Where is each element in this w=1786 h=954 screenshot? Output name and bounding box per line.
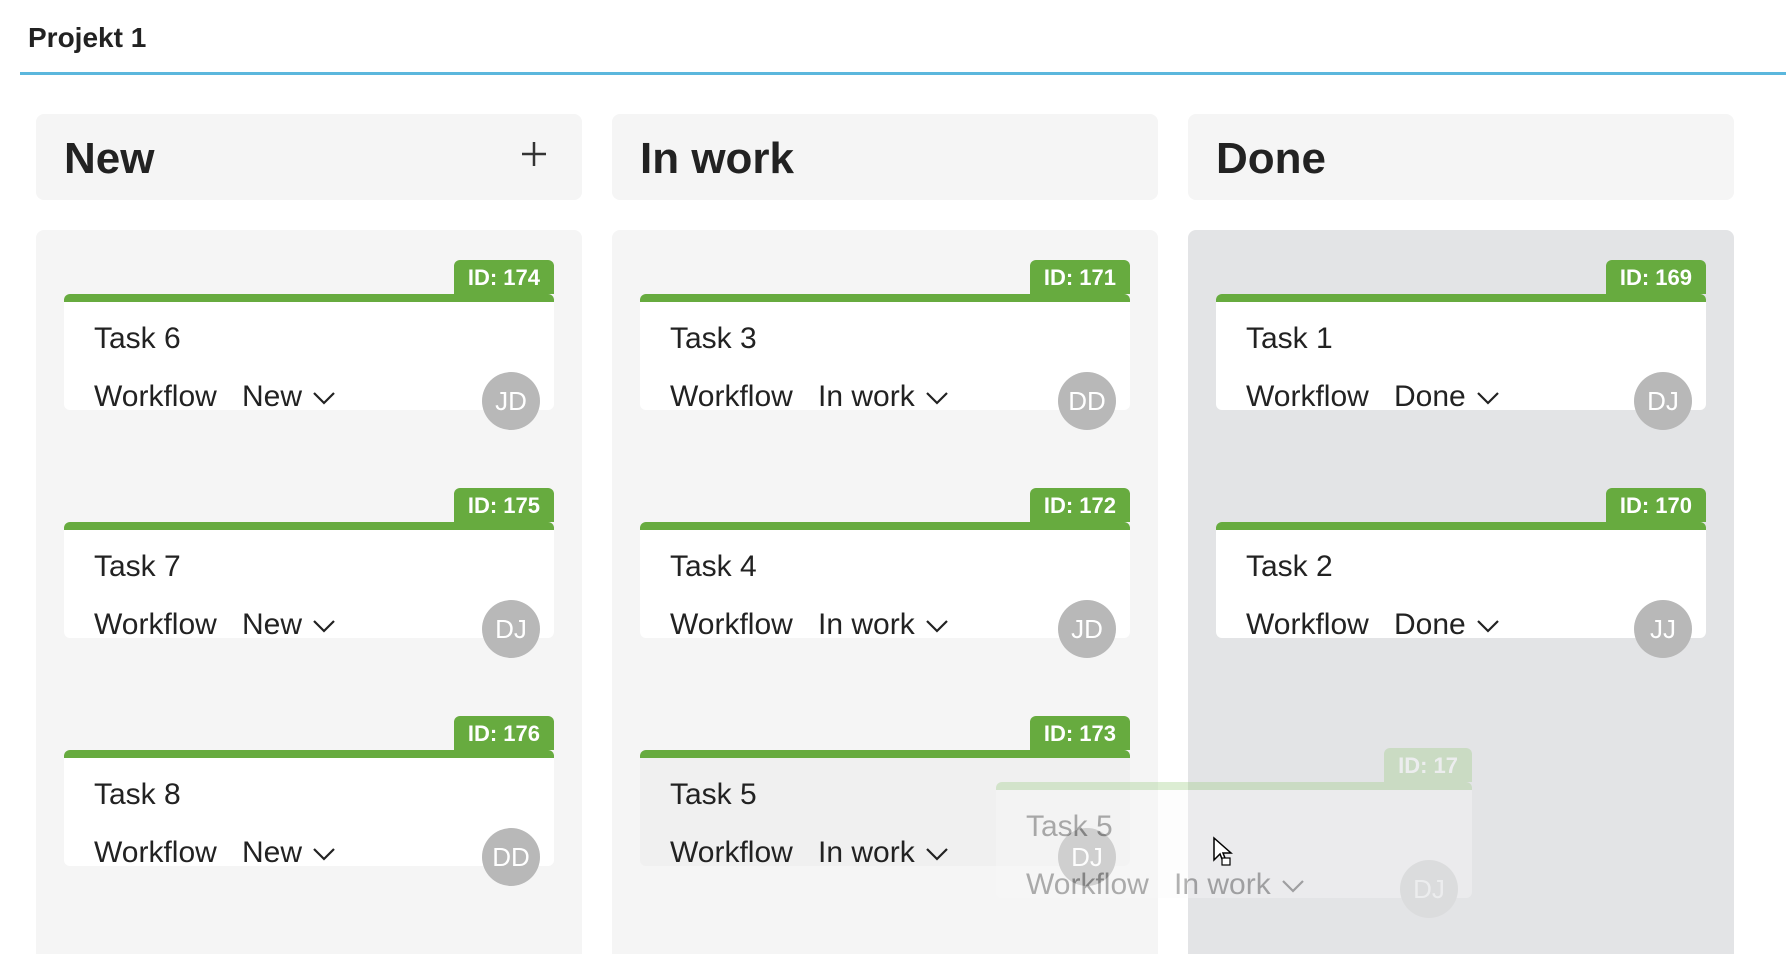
task-title: Task 8	[94, 778, 181, 811]
column-header-in-work: In work	[612, 114, 1158, 200]
workflow-select[interactable]: In work	[818, 380, 949, 414]
column-title: Done	[1216, 134, 1326, 183]
card-body: Task 5 Workflow In work DJ	[640, 750, 1130, 886]
task-card[interactable]: ID: 174 Task 6 Workflow New JD	[64, 260, 554, 430]
workflow-value: In work	[818, 380, 915, 413]
column-header-done: Done	[1188, 114, 1734, 200]
column-title: New	[64, 134, 155, 183]
chevron-down-icon	[313, 620, 335, 633]
workflow-value: New	[242, 380, 303, 413]
avatar: DD	[1058, 372, 1116, 430]
task-title: Task 5	[670, 778, 757, 811]
chevron-down-icon	[925, 392, 948, 405]
card-body: Task 7 Workflow New DJ	[64, 522, 554, 658]
column-header-new: New	[36, 114, 582, 200]
workflow-select[interactable]: New	[242, 608, 336, 642]
avatar: DJ	[1634, 372, 1692, 430]
task-card[interactable]: ID: 171 Task 3 Workflow In work DD	[640, 260, 1130, 430]
avatar: DJ	[482, 600, 540, 658]
workflow-value: Done	[1394, 608, 1466, 641]
task-card-dragging-source[interactable]: ID: 173 Task 5 Workflow In work DJ	[640, 716, 1130, 886]
workflow-value: Done	[1394, 380, 1466, 413]
workflow-value: New	[242, 608, 303, 641]
id-badge: ID: 170	[1605, 488, 1706, 522]
task-title: Task 7	[94, 550, 181, 583]
card-body: Task 1 Workflow Done DJ	[1216, 294, 1706, 430]
id-badge: ID: 174	[453, 260, 554, 294]
task-title: Task 3	[670, 322, 757, 355]
avatar: DJ	[1058, 828, 1116, 886]
id-badge: ID: 171	[1029, 260, 1130, 294]
chevron-down-icon	[925, 848, 948, 861]
column-body-new: ID: 174 Task 6 Workflow New JD ID: 175 T…	[36, 230, 582, 954]
column-body-done: ID: 169 Task 1 Workflow Done DJ ID: 170 …	[1188, 230, 1734, 954]
add-task-button[interactable]	[516, 136, 552, 172]
workflow-select[interactable]: New	[242, 380, 336, 414]
task-card[interactable]: ID: 176 Task 8 Workflow New DD	[64, 716, 554, 886]
workflow-value: In work	[818, 836, 915, 869]
task-card[interactable]: ID: 175 Task 7 Workflow New DJ	[64, 488, 554, 658]
workflow-label: Workflow	[1246, 380, 1369, 413]
card-body: Task 6 Workflow New JD	[64, 294, 554, 430]
chevron-down-icon	[925, 620, 948, 633]
chevron-down-icon	[1476, 620, 1499, 633]
id-badge: ID: 176	[453, 716, 554, 750]
avatar: JD	[482, 372, 540, 430]
avatar: JJ	[1634, 600, 1692, 658]
workflow-label: Workflow	[1246, 608, 1369, 641]
task-title: Task 1	[1246, 322, 1333, 355]
card-body: Task 2 Workflow Done JJ	[1216, 522, 1706, 658]
workflow-select[interactable]: In work	[818, 836, 949, 870]
workflow-label: Workflow	[670, 380, 793, 413]
task-title: Task 4	[670, 550, 757, 583]
chevron-down-icon	[1476, 392, 1499, 405]
workflow-value: In work	[818, 608, 915, 641]
task-card[interactable]: ID: 169 Task 1 Workflow Done DJ	[1216, 260, 1706, 430]
card-body: Task 3 Workflow In work DD	[640, 294, 1130, 430]
workflow-label: Workflow	[94, 836, 217, 869]
id-badge: ID: 173	[1029, 716, 1130, 750]
column-body-in-work: ID: 171 Task 3 Workflow In work DD ID: 1…	[612, 230, 1158, 954]
task-title: Task 6	[94, 322, 181, 355]
task-card[interactable]: ID: 170 Task 2 Workflow Done JJ	[1216, 488, 1706, 658]
workflow-select[interactable]: Done	[1394, 608, 1500, 642]
workflow-select[interactable]: In work	[818, 608, 949, 642]
workflow-label: Workflow	[670, 608, 793, 641]
id-badge: ID: 169	[1605, 260, 1706, 294]
id-badge: ID: 175	[453, 488, 554, 522]
workflow-label: Workflow	[670, 836, 793, 869]
task-card[interactable]: ID: 172 Task 4 Workflow In work JD	[640, 488, 1130, 658]
mouse-pointer-icon	[1213, 836, 1233, 866]
chevron-down-icon	[313, 848, 335, 861]
workflow-select[interactable]: Done	[1394, 380, 1500, 414]
workflow-select[interactable]: New	[242, 836, 336, 870]
workflow-label: Workflow	[94, 608, 217, 641]
avatar: DD	[482, 828, 540, 886]
tab-projekt-1[interactable]: Projekt 1	[28, 22, 146, 54]
id-badge: ID: 172	[1029, 488, 1130, 522]
task-title: Task 2	[1246, 550, 1333, 583]
workflow-value: New	[242, 836, 303, 869]
tab-bar: Projekt 1	[20, 0, 1786, 75]
card-body: Task 8 Workflow New DD	[64, 750, 554, 886]
workflow-label: Workflow	[94, 380, 217, 413]
chevron-down-icon	[313, 392, 335, 405]
column-title: In work	[640, 134, 795, 183]
card-body: Task 4 Workflow In work JD	[640, 522, 1130, 658]
plus-icon	[522, 142, 546, 166]
avatar: JD	[1058, 600, 1116, 658]
